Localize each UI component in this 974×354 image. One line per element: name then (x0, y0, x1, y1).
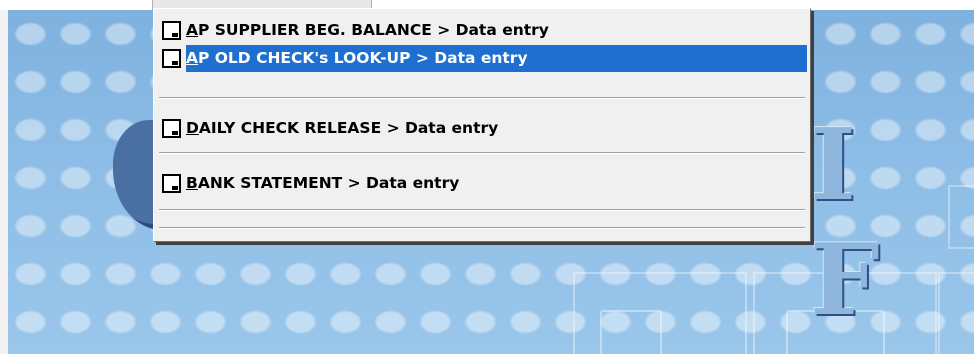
menu-item-label: BANK STATEMENT > Data entry (186, 174, 460, 192)
document-icon (162, 20, 182, 41)
background-logo-letters: I F (810, 108, 902, 338)
background-box (600, 310, 662, 354)
menu-item-label: AP OLD CHECK's LOOK-UP > Data entry (186, 45, 807, 72)
menu-separator (159, 97, 805, 99)
menu-item-label: DAILY CHECK RELEASE > Data entry (186, 119, 499, 137)
menu-separator (159, 227, 805, 229)
menu-item-daily-check-release[interactable]: DAILY CHECK RELEASE > Data entry (157, 114, 807, 143)
menu-item-ap-supplier-beg-balance[interactable]: AP SUPPLIER BEG. BALANCE > Data entry (157, 16, 807, 45)
menu-item-ap-old-checks-lookup[interactable]: AP OLD CHECK's LOOK-UP > Data entry (157, 44, 807, 73)
dropdown-menu: AP SUPPLIER BEG. BALANCE > Data entry AP… (153, 8, 811, 242)
document-icon (162, 48, 182, 69)
menu-separator (159, 209, 805, 211)
menu-item-label: AP SUPPLIER BEG. BALANCE > Data entry (186, 21, 549, 39)
menu-item-bank-statement[interactable]: BANK STATEMENT > Data entry (157, 169, 807, 198)
document-icon (162, 173, 182, 194)
document-icon (162, 118, 182, 139)
window-edge (0, 0, 8, 354)
menu-separator (159, 152, 805, 154)
